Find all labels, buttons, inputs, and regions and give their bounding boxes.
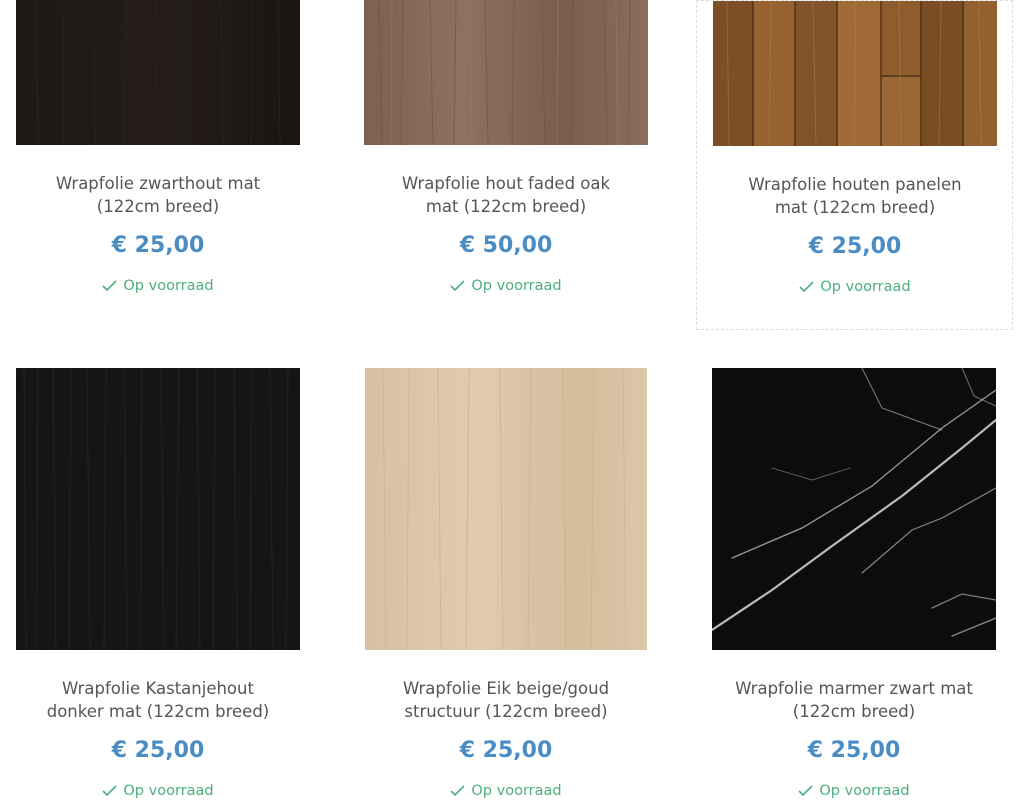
product-title-line[interactable]: Wrapfolie Kastanjehout [0, 677, 316, 700]
product-price: € 25,00 [808, 234, 902, 259]
stock-label: Op voorraad [471, 783, 562, 799]
product-title-line[interactable]: structuur (122cm breed) [348, 700, 664, 723]
stock-status: Op voorraad [0, 782, 316, 800]
stock-label: Op voorraad [123, 278, 214, 294]
checkmark-icon [102, 280, 117, 292]
product-image[interactable] [713, 1, 997, 146]
black-marble-swatch [712, 368, 996, 650]
product-title-line[interactable]: Wrapfolie houten panelen [697, 173, 1013, 196]
stock-status: Op voorraad [348, 782, 664, 800]
product-title[interactable]: Wrapfolie zwarthout mat (122cm breed) [0, 172, 316, 218]
product-price: € 25,00 [111, 233, 205, 258]
product-title-line[interactable]: donker mat (122cm breed) [0, 700, 316, 723]
stock-label: Op voorraad [819, 783, 910, 799]
product-title[interactable]: Wrapfolie marmer zwart mat (122cm breed) [696, 677, 1012, 723]
black-wood-swatch [16, 368, 300, 650]
product-price: € 25,00 [459, 738, 553, 763]
product-image[interactable] [364, 0, 648, 145]
product-price: € 25,00 [111, 738, 205, 763]
product-image[interactable] [365, 368, 647, 650]
product-image[interactable] [16, 368, 300, 650]
product-title-line[interactable]: (122cm breed) [0, 195, 316, 218]
product-image[interactable] [16, 0, 300, 145]
faded-oak-swatch [364, 0, 648, 145]
checkmark-icon [450, 785, 465, 797]
stock-status: Op voorraad [696, 782, 1012, 800]
product-image[interactable] [712, 368, 996, 650]
stock-status: Op voorraad [697, 278, 1013, 296]
product-title[interactable]: Wrapfolie houten panelen mat (122cm bree… [697, 173, 1013, 219]
product-card[interactable]: Wrapfolie hout faded oak mat (122cm bree… [348, 0, 664, 330]
stock-label: Op voorraad [820, 279, 911, 295]
product-price: € 50,00 [459, 233, 553, 258]
checkmark-icon [798, 785, 813, 797]
checkmark-icon [102, 785, 117, 797]
product-title-line[interactable]: Wrapfolie marmer zwart mat [696, 677, 1012, 700]
product-card[interactable]: Wrapfolie Eik beige/goud structuur (122c… [348, 368, 664, 803]
dark-wood-swatch [16, 0, 300, 145]
product-title-line[interactable]: Wrapfolie hout faded oak [348, 172, 664, 195]
product-title[interactable]: Wrapfolie Eik beige/goud structuur (122c… [348, 677, 664, 723]
product-title-line[interactable]: Wrapfolie zwarthout mat [0, 172, 316, 195]
stock-label: Op voorraad [123, 783, 214, 799]
stock-status: Op voorraad [348, 277, 664, 295]
product-card[interactable]: Wrapfolie zwarthout mat (122cm breed) € … [0, 0, 316, 330]
stock-label: Op voorraad [471, 278, 562, 294]
product-title-line[interactable]: mat (122cm breed) [697, 196, 1013, 219]
product-title-line[interactable]: Wrapfolie Eik beige/goud [348, 677, 664, 700]
product-card[interactable]: Wrapfolie marmer zwart mat (122cm breed)… [696, 368, 1012, 803]
checkmark-icon [450, 280, 465, 292]
product-title[interactable]: Wrapfolie hout faded oak mat (122cm bree… [348, 172, 664, 218]
product-title-line[interactable]: (122cm breed) [696, 700, 1012, 723]
product-title[interactable]: Wrapfolie Kastanjehout donker mat (122cm… [0, 677, 316, 723]
beige-oak-swatch [365, 368, 647, 650]
product-card[interactable]: Wrapfolie houten panelen mat (122cm bree… [696, 0, 1013, 330]
product-title-line[interactable]: mat (122cm breed) [348, 195, 664, 218]
product-card[interactable]: Wrapfolie Kastanjehout donker mat (122cm… [0, 368, 316, 803]
stock-status: Op voorraad [0, 277, 316, 295]
wood-panels-swatch [713, 1, 997, 146]
checkmark-icon [799, 281, 814, 293]
product-grid: Wrapfolie zwarthout mat (122cm breed) € … [0, 0, 1024, 803]
product-price: € 25,00 [807, 738, 901, 763]
